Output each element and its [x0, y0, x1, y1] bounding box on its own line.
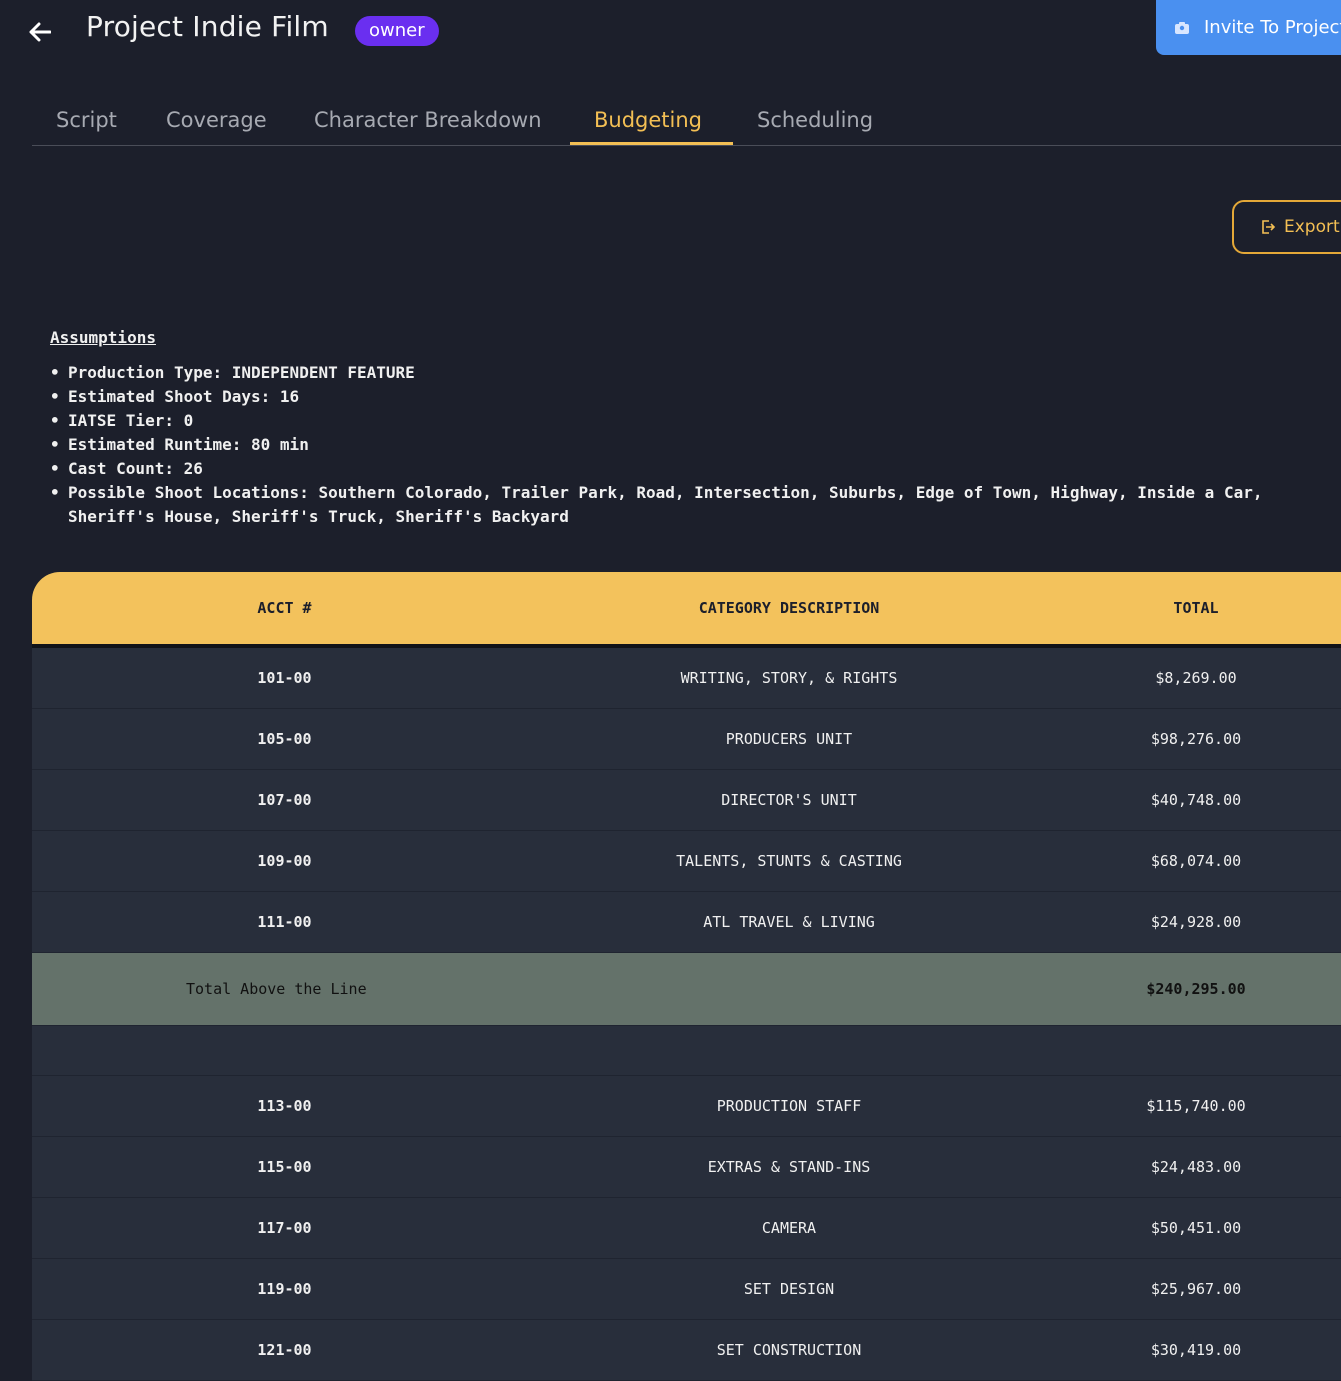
column-header-acct: ACCT #: [257, 599, 312, 617]
acct-cell: 107-00: [257, 791, 312, 809]
assumption-item: IATSE Tier: 0: [50, 409, 1320, 433]
acct-cell: 101-00: [257, 669, 312, 687]
acct-cell: 113-00: [257, 1097, 312, 1115]
tab-script[interactable]: Script: [56, 96, 117, 145]
budget-table: ACCT # CATEGORY DESCRIPTION TOTAL 101-00…: [32, 572, 1341, 1381]
acct-cell: 117-00: [257, 1219, 312, 1237]
description-cell: WRITING, STORY, & RIGHTS: [680, 669, 898, 687]
user-add-icon: [1175, 21, 1189, 34]
assumption-item: Possible Shoot Locations: Southern Color…: [50, 481, 1320, 529]
total-cell: $24,928.00: [1150, 913, 1242, 931]
description-cell: ATL TRAVEL & LIVING: [703, 913, 875, 931]
export-button[interactable]: Export: [1232, 200, 1341, 254]
description-cell: PRODUCTION STAFF: [716, 1097, 862, 1115]
total-above-value: $240,295.00: [1146, 980, 1246, 998]
assumption-item: Estimated Shoot Days: 16: [50, 385, 1320, 409]
table-row: 111-00 ATL TRAVEL & LIVING $24,928.00: [32, 892, 1341, 953]
total-cell: $8,269.00: [1155, 669, 1237, 687]
column-header-total: TOTAL: [1173, 599, 1219, 617]
assumptions-list: Production Type: INDEPENDENT FEATURE Est…: [50, 361, 1320, 529]
acct-cell: 109-00: [257, 852, 312, 870]
arrow-left-icon: [29, 22, 51, 42]
table-row: 105-00 PRODUCERS UNIT $98,276.00: [32, 709, 1341, 770]
table-row: 117-00 CAMERA $50,451.00: [32, 1198, 1341, 1259]
export-icon: [1262, 220, 1276, 234]
tab-character-breakdown[interactable]: Character Breakdown: [314, 96, 542, 145]
acct-cell: 115-00: [257, 1158, 312, 1176]
page-title: Project Indie Film: [86, 10, 329, 43]
acct-cell: 121-00: [257, 1341, 312, 1359]
description-cell: DIRECTOR'S UNIT: [721, 791, 857, 809]
description-cell: EXTRAS & STAND-INS: [707, 1158, 871, 1176]
description-cell: TALENTS, STUNTS & CASTING: [676, 852, 902, 870]
tab-scheduling[interactable]: Scheduling: [757, 96, 873, 145]
acct-cell: 119-00: [257, 1280, 312, 1298]
total-above-label: Total Above the Line: [186, 980, 367, 998]
assumptions-heading: Assumptions: [50, 328, 156, 347]
budgeting-page: Project Indie Film owner Invite To Proje…: [0, 0, 1341, 1381]
invite-to-project-button[interactable]: Invite To Project: [1156, 0, 1341, 55]
total-cell: $40,748.00: [1150, 791, 1242, 809]
total-cell: $30,419.00: [1150, 1341, 1242, 1359]
total-cell: $115,740.00: [1146, 1097, 1246, 1115]
total-cell: $98,276.00: [1150, 730, 1242, 748]
total-cell: $50,451.00: [1150, 1219, 1242, 1237]
column-header-description: CATEGORY DESCRIPTION: [698, 599, 880, 617]
total-cell: $25,967.00: [1150, 1280, 1242, 1298]
tab-bar: Script Coverage Character Breakdown Budg…: [32, 96, 1341, 146]
table-row: 101-00 WRITING, STORY, & RIGHTS $8,269.0…: [32, 648, 1341, 709]
table-row: 113-00 PRODUCTION STAFF $115,740.00: [32, 1076, 1341, 1137]
assumption-item: Production Type: INDEPENDENT FEATURE: [50, 361, 1320, 385]
invite-button-label: Invite To Project: [1204, 17, 1341, 38]
back-button[interactable]: [26, 18, 54, 46]
total-above-the-line-row: Total Above the Line $240,295.00: [32, 953, 1341, 1026]
table-row: 119-00 SET DESIGN $25,967.00: [32, 1259, 1341, 1320]
assumptions-section: Assumptions Production Type: INDEPENDENT…: [50, 328, 1320, 529]
description-cell: PRODUCERS UNIT: [725, 730, 853, 748]
tab-budgeting[interactable]: Budgeting: [594, 96, 702, 145]
total-cell: $68,074.00: [1150, 852, 1242, 870]
description-cell: SET CONSTRUCTION: [716, 1341, 862, 1359]
table-row: 107-00 DIRECTOR'S UNIT $40,748.00: [32, 770, 1341, 831]
spacer-row: [32, 1026, 1341, 1076]
assumption-item: Cast Count: 26: [50, 457, 1320, 481]
table-row: 121-00 SET CONSTRUCTION $30,419.00: [32, 1320, 1341, 1381]
export-label: Export: [1284, 217, 1340, 237]
table-row: 115-00 EXTRAS & STAND-INS $24,483.00: [32, 1137, 1341, 1198]
table-header: ACCT # CATEGORY DESCRIPTION TOTAL: [32, 572, 1341, 648]
acct-cell: 111-00: [257, 913, 312, 931]
description-cell: CAMERA: [761, 1219, 817, 1237]
acct-cell: 105-00: [257, 730, 312, 748]
tab-coverage[interactable]: Coverage: [166, 96, 267, 145]
description-cell: SET DESIGN: [743, 1280, 835, 1298]
table-row: 109-00 TALENTS, STUNTS & CASTING $68,074…: [32, 831, 1341, 892]
active-tab-indicator: [570, 142, 733, 145]
assumption-item: Estimated Runtime: 80 min: [50, 433, 1320, 457]
total-cell: $24,483.00: [1150, 1158, 1242, 1176]
role-badge: owner: [355, 16, 439, 46]
